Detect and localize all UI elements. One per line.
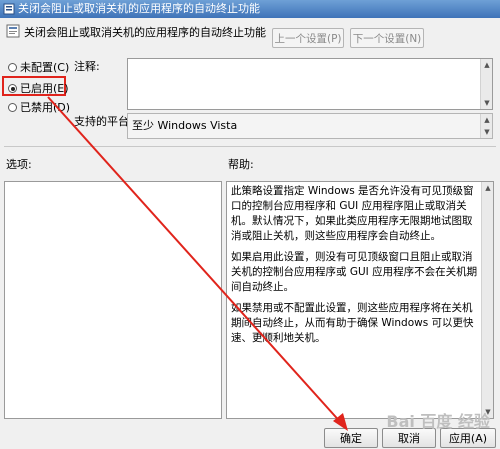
radio-button[interactable] bbox=[8, 103, 17, 112]
baidu-watermark: Bai 百度 经验 bbox=[386, 412, 490, 431]
platform-field: 至少 Windows Vista ▲ ▼ bbox=[127, 113, 493, 139]
comment-label: 注释: bbox=[74, 60, 100, 73]
scroll-down-icon[interactable]: ▼ bbox=[482, 98, 492, 108]
radio-button-selected[interactable] bbox=[8, 84, 17, 93]
window-title: 关闭会阻止或取消关机的应用程序的自动终止功能 bbox=[18, 2, 260, 15]
help-paragraph: 如果启用此设置，则没有可见顶级窗口且阻止或取消关机的控制台应用程序或 GUI 应… bbox=[231, 251, 478, 293]
scroll-down-icon[interactable]: ▼ bbox=[482, 127, 492, 137]
scroll-up-icon[interactable]: ▲ bbox=[482, 60, 492, 70]
radio-enabled[interactable]: 已启用(E) bbox=[8, 80, 69, 95]
policy-name: 关闭会阻止或取消关机的应用程序的自动终止功能 bbox=[24, 26, 266, 39]
policy-icon bbox=[3, 3, 15, 15]
radio-not-configured[interactable]: 未配置(C) bbox=[8, 59, 70, 74]
radio-disabled[interactable]: 已禁用(D) bbox=[8, 99, 71, 114]
help-label: 帮助: bbox=[228, 158, 254, 171]
ok-button[interactable]: 确定 bbox=[324, 428, 378, 448]
comment-scrollbar[interactable]: ▲ ▼ bbox=[480, 59, 492, 109]
policy-setting-icon bbox=[6, 24, 20, 38]
comment-textarea[interactable]: ▲ ▼ bbox=[127, 58, 493, 110]
help-pane: 此策略设置指定 Windows 是否允许没有可见顶级窗口的控制台应用程序和 GU… bbox=[226, 181, 494, 419]
radio-label: 已禁用(D) bbox=[20, 101, 71, 114]
next-setting-button[interactable]: 下一个设置(N) bbox=[350, 28, 424, 48]
platform-value: 至少 Windows Vista bbox=[132, 119, 238, 132]
previous-setting-button[interactable]: 上一个设置(P) bbox=[272, 28, 344, 48]
options-label: 选项: bbox=[6, 158, 32, 171]
platform-scrollbar[interactable]: ▲ ▼ bbox=[480, 114, 492, 138]
divider bbox=[4, 146, 496, 147]
help-paragraph: 如果禁用或不配置此设置，则这些应用程序将在关机期间自动终止，从而有助于确保 Wi… bbox=[231, 302, 474, 344]
radio-label: 未配置(C) bbox=[20, 61, 70, 74]
platform-label: 支持的平台: bbox=[74, 115, 133, 128]
scroll-up-icon[interactable]: ▲ bbox=[483, 183, 493, 193]
help-paragraph: 此策略设置指定 Windows 是否允许没有可见顶级窗口的控制台应用程序和 GU… bbox=[231, 185, 474, 242]
help-scrollbar[interactable]: ▲ ▼ bbox=[481, 182, 493, 418]
radio-button[interactable] bbox=[8, 63, 17, 72]
help-text: 此策略设置指定 Windows 是否允许没有可见顶级窗口的控制台应用程序和 GU… bbox=[231, 184, 479, 352]
options-pane bbox=[4, 181, 222, 419]
scroll-up-icon[interactable]: ▲ bbox=[482, 115, 492, 125]
title-bar: 关闭会阻止或取消关机的应用程序的自动终止功能 bbox=[0, 0, 500, 18]
radio-label: 已启用(E) bbox=[20, 82, 69, 95]
